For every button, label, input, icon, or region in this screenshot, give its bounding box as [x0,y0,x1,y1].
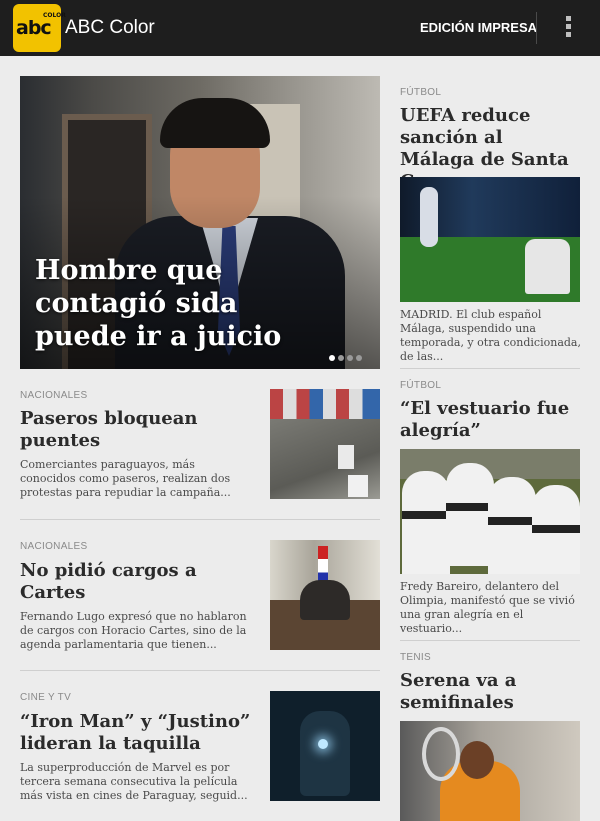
app-title: ABC Color [65,17,155,38]
logo-text: abc [16,17,52,39]
article-category: CINE Y TV [20,692,72,703]
article-category: NACIONALES [20,541,88,552]
article-title[interactable]: “El vestuario fue alegría” [400,398,580,442]
article-thumbnail[interactable] [270,691,380,801]
abc-logo[interactable]: COLOR abc [13,4,66,52]
carousel-dot [338,355,344,361]
carousel-dot [356,355,362,361]
article-category: FÚTBOL [400,380,442,391]
carousel-dot [329,355,335,361]
article-category: TENIS [400,652,431,663]
article-image[interactable] [400,449,580,574]
divider [400,368,580,369]
toolbar-divider [536,12,537,44]
divider [20,519,380,520]
article-image[interactable] [400,177,580,302]
hero-article[interactable]: Hombre que contagió sida puede ir a juic… [20,76,380,369]
divider [20,670,380,671]
article-title[interactable]: No pidió cargos a Cartes [20,560,250,604]
hero-headline: Hombre que contagió sida puede ir a juic… [35,255,282,352]
divider [400,640,580,641]
article-thumbnail[interactable] [270,540,380,650]
top-app-bar: COLOR abc ABC Color EDICIÓN IMPRESA [0,0,600,56]
article-title[interactable]: “Iron Man” y “Justino” lideran la taquil… [20,711,260,755]
overflow-menu-icon[interactable] [562,16,574,42]
carousel-dot [347,355,353,361]
article-summary: Comerciantes paraguayos, más conocidos c… [20,458,231,499]
article-category: FÚTBOL [400,87,442,98]
article-summary: La superproducción de Marvel es por terc… [20,761,248,802]
article-summary: Fernando Lugo expresó que no hablaron de… [20,610,247,651]
carousel-indicator [329,346,365,365]
article-thumbnail[interactable] [270,389,380,499]
article-image[interactable] [400,721,580,821]
article-category: NACIONALES [20,390,88,401]
article-summary: MADRID. El club español Málaga, suspendi… [400,308,581,363]
article-summary: Fredy Bareiro, delantero del Olimpia, ma… [400,580,575,635]
article-title[interactable]: Serena va a semifinales [400,670,580,714]
edicion-impresa-button[interactable]: EDICIÓN IMPRESA [420,20,537,35]
article-title[interactable]: Paseros bloquean puentes [20,408,260,452]
